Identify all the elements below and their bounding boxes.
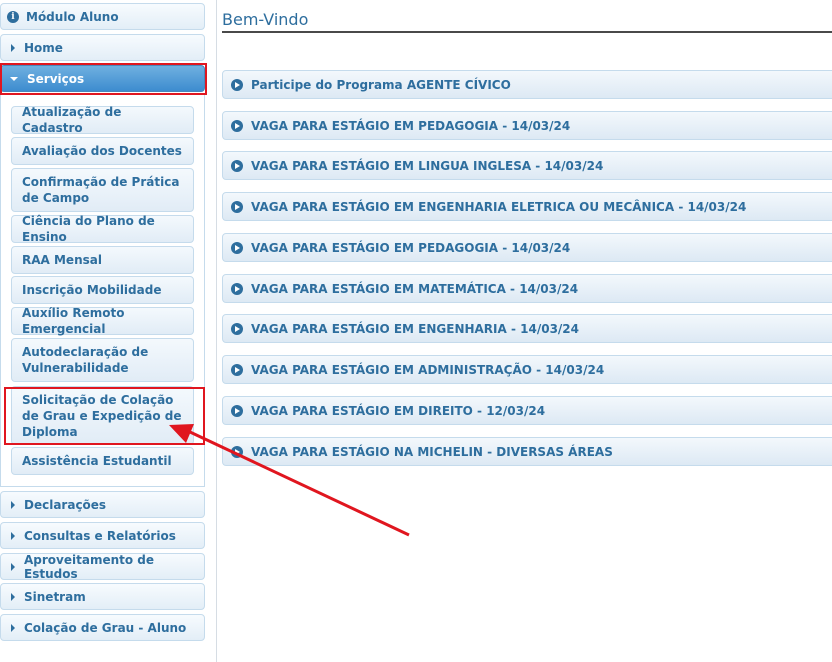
sidebar-item-label: Auxílio Remoto Emergencial [22,306,125,336]
sidebar-item-autodeclaracao[interactable]: Autodeclaração de Vulnerabilidade [11,338,194,382]
news-item[interactable]: Participe do Programa AGENTE CÍVICO [222,70,832,99]
news-item-label: VAGA PARA ESTÁGIO EM DIREITO - 12/03/24 [251,403,546,418]
sidebar-header-aproveitamento[interactable]: Aproveitamento de Estudos [0,552,205,581]
news-item-label: VAGA PARA ESTÁGIO EM ADMINISTRAÇÃO - 14/… [251,362,605,377]
news-item-label: VAGA PARA ESTÁGIO EM PEDAGOGIA - 14/03/2… [251,118,571,133]
arrow-circle-right-icon [231,404,243,417]
arrow-circle-right-icon [231,119,243,132]
news-item[interactable]: VAGA PARA ESTÁGIO EM PEDAGOGIA - 14/03/2… [222,111,832,140]
news-item-label: VAGA PARA ESTÁGIO EM ENGENHARIA ELETRICA… [251,199,747,214]
info-icon: i [7,10,19,23]
title-divider [222,31,832,33]
sidebar-header-sinetram[interactable]: Sinetram [0,583,205,610]
sidebar-header-label: Consultas e Relatórios [24,528,176,543]
sidebar-item-atualizacao-cadastro[interactable]: Atualização de Cadastro [11,105,194,135]
caret-right-icon [11,623,15,632]
sidebar-item-label: Inscrição Mobilidade [22,283,162,297]
sidebar-header-label: Módulo Aluno [26,9,119,24]
sidebar-header-label: Home [24,40,63,55]
sidebar-header-label: Colação de Grau - Aluno [24,620,187,635]
sidebar-header-home[interactable]: Home [0,34,205,61]
news-item-label: VAGA PARA ESTÁGIO NA MICHELIN - DIVERSAS… [251,444,613,459]
caret-right-icon [11,592,15,601]
news-item-label: VAGA PARA ESTÁGIO EM ENGENHARIA - 14/03/… [251,321,580,336]
sidebar-item-label: Assistência Estudantil [22,454,172,468]
caret-right-icon [11,500,15,509]
news-item[interactable]: VAGA PARA ESTÁGIO EM MATEMÁTICA - 14/03/… [222,274,832,303]
news-item-label: Participe do Programa AGENTE CÍVICO [251,77,511,92]
sidebar-header-consultas[interactable]: Consultas e Relatórios [0,522,205,549]
sidebar-item-label: Atualização de Cadastro [22,105,122,135]
sidebar-header-colacao-grau[interactable]: Colação de Grau - Aluno [0,614,205,641]
sidebar-header-label: Serviços [27,71,85,86]
news-item-label: VAGA PARA ESTÁGIO EM LINGUA INGLESA - 14… [251,158,604,173]
arrow-circle-right-icon [231,363,243,376]
sidebar-item-raa-mensal[interactable]: RAA Mensal [11,246,194,274]
sidebar-item-label: Avaliação dos Docentes [22,144,182,158]
page-title: Bem-Vindo [222,10,309,29]
news-item-label: VAGA PARA ESTÁGIO EM PEDAGOGIA - 14/03/2… [251,240,571,255]
sidebar-item-label: Ciência do Plano de Ensino [22,214,155,244]
sidebar-item-auxilio-remoto[interactable]: Auxílio Remoto Emergencial [11,306,194,336]
arrow-circle-right-icon [231,445,243,458]
caret-right-icon [11,562,15,571]
servicos-panel: Atualização de Cadastro Avaliação dos Do… [0,95,205,487]
sidebar-item-ciencia-plano[interactable]: Ciência do Plano de Ensino [11,214,194,244]
sidebar-header-label: Declarações [24,497,107,512]
sidebar-item-inscricao-mobilidade[interactable]: Inscrição Mobilidade [11,276,194,304]
news-item[interactable]: VAGA PARA ESTÁGIO NA MICHELIN - DIVERSAS… [222,437,832,466]
sidebar-header-modulo-aluno[interactable]: i Módulo Aluno [0,3,205,30]
arrow-circle-right-icon [231,78,243,91]
sidebar-header-label: Aproveitamento de Estudos [24,552,155,581]
news-item[interactable]: VAGA PARA ESTÁGIO EM ADMINISTRAÇÃO - 14/… [222,355,832,384]
arrow-circle-right-icon [231,159,243,172]
news-item[interactable]: VAGA PARA ESTÁGIO EM ENGENHARIA ELETRICA… [222,192,832,221]
sidebar-item-assistencia-estudantil[interactable]: Assistência Estudantil [11,447,194,475]
caret-right-icon [11,531,15,540]
arrow-circle-right-icon [231,241,243,254]
caret-right-icon [11,43,15,52]
news-item[interactable]: VAGA PARA ESTÁGIO EM PEDAGOGIA - 14/03/2… [222,233,832,262]
news-item[interactable]: VAGA PARA ESTÁGIO EM LINGUA INGLESA - 14… [222,151,832,180]
arrow-circle-right-icon [231,200,243,213]
sidebar-header-declaracoes[interactable]: Declarações [0,491,205,518]
sidebar: i Módulo Aluno Home Serviços Atualização… [0,0,217,662]
arrow-circle-right-icon [231,282,243,295]
sidebar-item-solicitacao-colacao[interactable]: Solicitação de Colação de Grau e Expediç… [11,386,194,445]
news-item[interactable]: VAGA PARA ESTÁGIO EM ENGENHARIA - 14/03/… [222,314,832,343]
main-content: Bem-Vindo Participe do Programa AGENTE C… [222,0,832,662]
caret-down-icon [10,76,18,81]
sidebar-item-confirmacao-pratica[interactable]: Confirmação de Prática de Campo [11,168,194,212]
sidebar-header-label: Sinetram [24,589,86,604]
news-item[interactable]: VAGA PARA ESTÁGIO EM DIREITO - 12/03/24 [222,396,832,425]
sidebar-item-label: Confirmação de Prática de Campo [22,175,180,205]
sidebar-item-avaliacao-docentes[interactable]: Avaliação dos Docentes [11,137,194,165]
arrow-circle-right-icon [231,322,243,335]
sidebar-item-label: Autodeclaração de Vulnerabilidade [22,345,149,375]
sidebar-item-label: RAA Mensal [22,253,102,267]
news-item-label: VAGA PARA ESTÁGIO EM MATEMÁTICA - 14/03/… [251,281,579,296]
sidebar-item-label: Solicitação de Colação de Grau e Expediç… [22,393,182,439]
sidebar-header-servicos[interactable]: Serviços [0,65,205,92]
